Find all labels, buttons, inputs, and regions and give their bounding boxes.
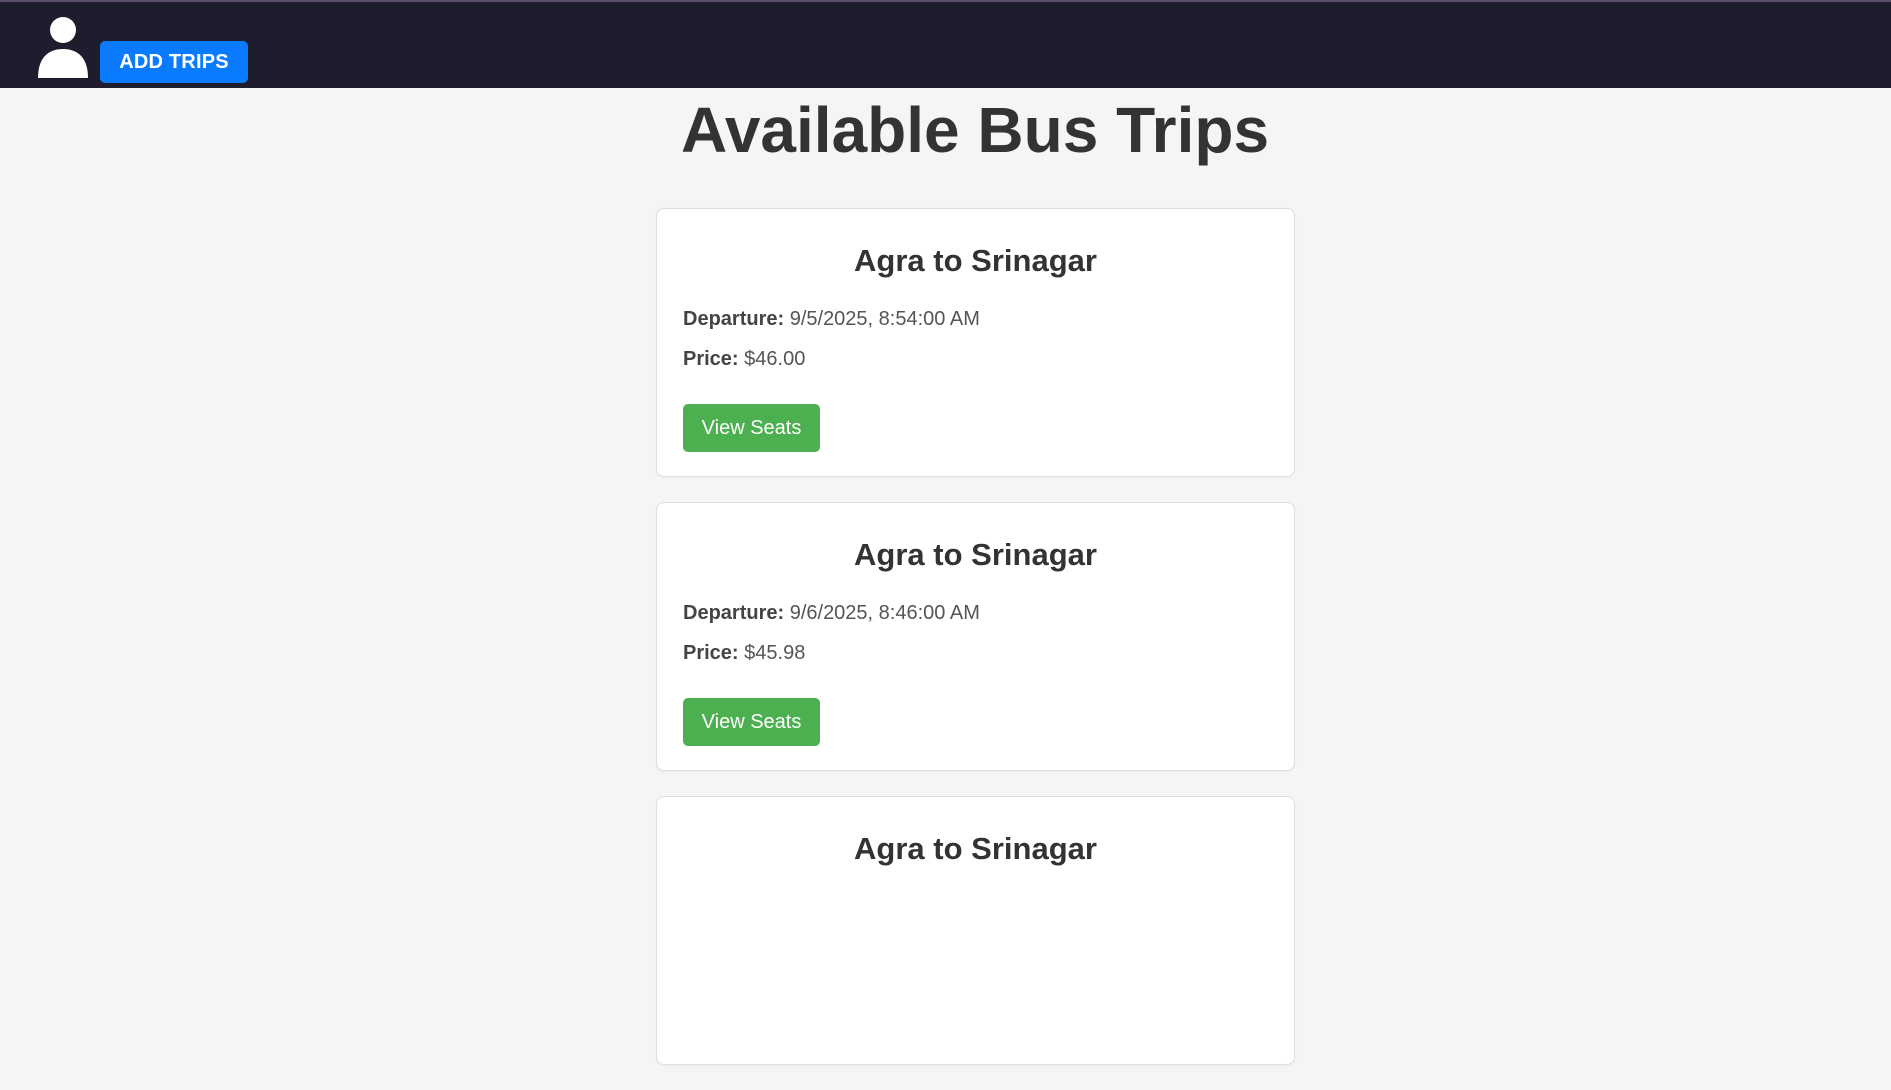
departure-value: 9/6/2025, 8:46:00 AM bbox=[789, 602, 980, 624]
price-value: $46.00 bbox=[744, 348, 806, 370]
trip-list: Agra to Srinagar Departure: 9/5/2025, 8:… bbox=[656, 208, 1295, 1090]
view-seats-button[interactable]: View Seats bbox=[683, 404, 820, 452]
price-line: Price: $46.00 bbox=[683, 347, 805, 371]
trip-card: Agra to Srinagar bbox=[656, 796, 1295, 1065]
departure-value: 9/5/2025, 8:54:00 AM bbox=[789, 308, 980, 330]
trip-card: Agra to Srinagar Departure: 9/5/2025, 8:… bbox=[656, 208, 1295, 477]
departure-line: Departure: 9/5/2025, 8:54:00 AM bbox=[683, 307, 980, 331]
departure-label: Departure: bbox=[683, 602, 785, 624]
trip-route: Agra to Srinagar bbox=[854, 831, 1097, 866]
user-icon[interactable] bbox=[36, 16, 90, 78]
trip-card: Agra to Srinagar Departure: 9/6/2025, 8:… bbox=[656, 502, 1295, 771]
trip-route: Agra to Srinagar bbox=[854, 537, 1097, 572]
price-value: $45.98 bbox=[744, 642, 806, 664]
view-seats-button[interactable]: View Seats bbox=[683, 698, 820, 746]
departure-line: Departure: 9/6/2025, 8:46:00 AM bbox=[683, 601, 980, 625]
departure-label: Departure: bbox=[683, 308, 785, 330]
trip-route: Agra to Srinagar bbox=[854, 243, 1097, 278]
price-label: Price: bbox=[683, 642, 739, 664]
price-label: Price: bbox=[683, 348, 739, 370]
page-title: Available Bus Trips bbox=[680, 94, 1270, 166]
top-navbar: ADD TRIPS bbox=[0, 0, 1891, 88]
price-line: Price: $45.98 bbox=[683, 641, 805, 665]
add-trips-button[interactable]: ADD TRIPS bbox=[100, 41, 248, 83]
